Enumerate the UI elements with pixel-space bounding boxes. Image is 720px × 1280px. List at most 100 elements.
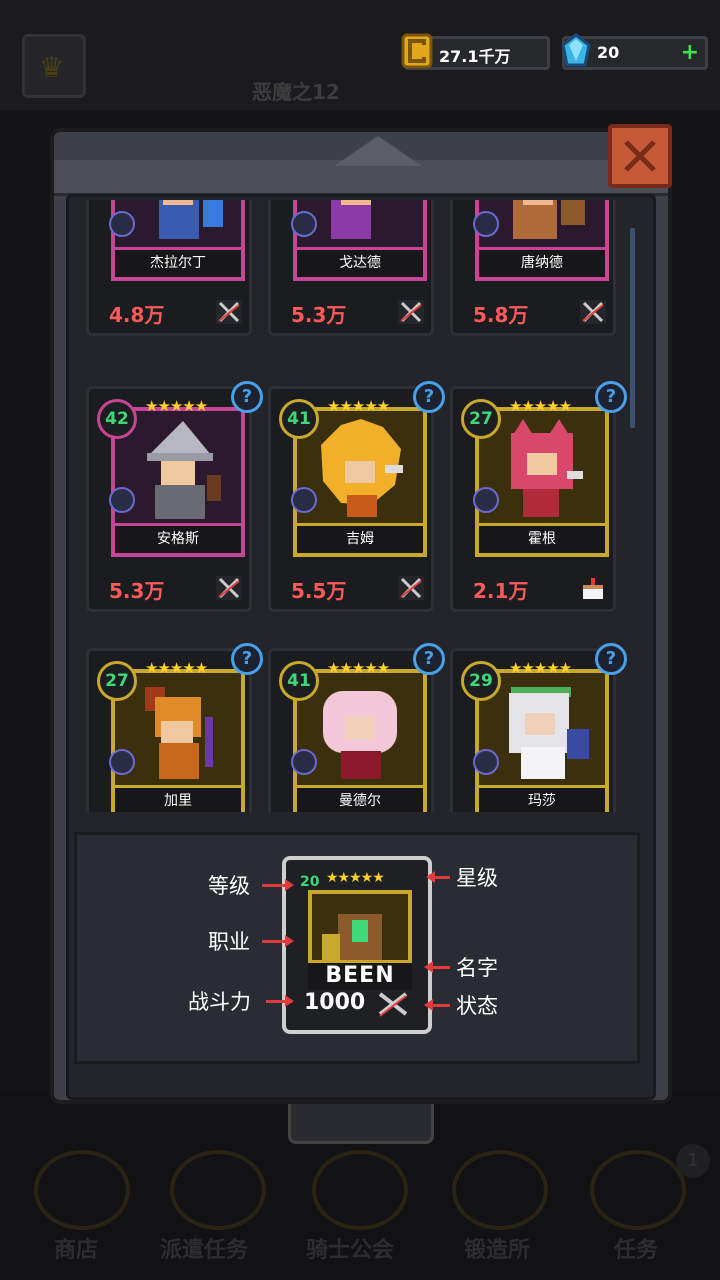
help-icon[interactable]: ? [231,643,263,675]
hero-card[interactable]: 安格斯 42 ★★★★★ ? 5.3万 [86,381,263,612]
hero-card[interactable]: 戈达德 5.3万 [268,200,434,336]
class-icon [291,211,317,237]
nav-guild-icon [312,1150,408,1230]
hero-portrait [301,677,419,781]
hero-name: 霍根 [479,523,605,553]
legend-power-arrow [266,995,294,1007]
hero-level: 29 [461,661,501,701]
hero-power: 5.8万 [473,303,529,327]
close-icon [624,140,656,172]
hero-level: 27 [97,661,137,701]
hero-name: 唐纳德 [479,247,605,277]
legend-level-arrow [262,879,294,891]
hero-card[interactable]: 霍根 27 ★★★★★ ? 2.1万 [450,381,627,612]
hero-name: 安格斯 [115,523,241,553]
legend-card-stars: ★★★★★ [326,870,385,886]
hero-name: 曼德尔 [297,785,423,812]
hero-power: 5.3万 [109,579,165,603]
hero-level: 41 [279,661,319,701]
crown-icon: ♛ [22,34,86,98]
hero-portrait [483,415,601,519]
crossed-swords-icon [398,576,424,600]
class-icon [291,749,317,775]
hero-portrait [301,200,419,243]
legend-sample-card: BEEN 20 ★★★★★ 1000 [282,856,432,1034]
nav-dispatch-icon [170,1150,266,1230]
hero-stars: ★★★★★ [327,397,390,415]
hero-stars: ★★★★★ [145,397,208,415]
panel-bottom-tab [288,1104,434,1144]
hero-portrait [119,415,237,519]
legend-power-label: 战斗力 [188,990,251,1014]
hero-power: 2.1万 [473,579,529,603]
hero-card[interactable]: 唐纳德 5.8万 [450,200,616,336]
hero-level: 41 [279,399,319,439]
legend-status-label: 状态 [456,994,498,1018]
hero-name: 加里 [115,785,241,812]
hero-portrait [483,677,601,781]
crossed-swords-icon [580,300,606,324]
hero-power: 5.3万 [291,303,347,327]
gem-icon [561,33,591,67]
legend-stars-label: 星级 [456,866,498,890]
help-icon[interactable]: ? [595,381,627,413]
class-icon [109,211,135,237]
legend-status-arrow [424,999,450,1011]
hero-card[interactable]: 玛莎 29 ★★★★★ ? [450,643,627,812]
gold-amount: 27.1千万 [439,47,511,66]
hero-name: 戈达德 [297,247,423,277]
add-gems-plus-icon[interactable]: + [681,41,699,65]
hero-portrait [301,415,419,519]
legend-class-label: 职业 [208,930,250,954]
help-icon[interactable]: ? [413,381,445,413]
crossed-swords-icon [216,300,242,324]
hero-card[interactable]: 曼德尔 41 ★★★★★ ? [268,643,445,812]
legend-class-arrow [262,935,294,947]
nav-guild: 骑士公会 [306,1238,395,1263]
hero-level: 42 [97,399,137,439]
legend-name-label: 名字 [456,956,498,980]
nav-dispatch: 派遣任务 [160,1238,249,1263]
hero-stars: ★★★★★ [509,397,572,415]
class-icon [473,211,499,237]
crossed-swords-icon [398,300,424,324]
crossed-swords-icon [216,576,242,600]
hero-grid[interactable]: 杰拉尔丁 4.8万 戈达德 5.3万 唐纳德 5.8万 安格斯 42 ★★★★★… [78,200,634,812]
class-icon [109,487,135,513]
close-button[interactable] [608,124,672,188]
hero-portrait [483,200,601,243]
hero-card[interactable]: 加里 27 ★★★★★ ? [86,643,263,812]
hero-card[interactable]: 杰拉尔丁 4.8万 [86,200,252,336]
stage-title: 恶魔之12 [252,80,340,104]
legend-card-name: BEEN [308,960,412,990]
legend-card-level: 20 [300,874,320,890]
hero-name: 杰拉尔丁 [115,247,241,277]
coin-icon [401,33,433,69]
hero-power: 4.8万 [109,303,165,327]
nav-forge: 锻造所 [464,1238,531,1263]
hero-name: 吉姆 [297,523,423,553]
class-icon [473,749,499,775]
gold-counter: 27.1千万 [401,33,550,70]
nav-quest: 任务 [614,1238,659,1263]
class-icon [473,487,499,513]
hero-portrait [119,200,237,243]
class-icon [291,487,317,513]
hero-card[interactable]: 吉姆 41 ★★★★★ ? 5.5万 [268,381,445,612]
hero-name: 玛莎 [479,785,605,812]
nav-forge-icon [452,1150,548,1230]
hero-stars: ★★★★★ [145,659,208,677]
gem-counter: 20 + [561,33,708,70]
nav-shop-icon [34,1150,130,1230]
help-icon[interactable]: ? [231,381,263,413]
help-icon[interactable]: ? [413,643,445,675]
legend-card-power: 1000 [304,990,366,1015]
help-icon[interactable]: ? [595,643,627,675]
nav-badge: 1 [676,1144,710,1178]
hero-level: 27 [461,399,501,439]
nav-shop: 商店 [54,1238,99,1263]
hero-power: 5.5万 [291,579,347,603]
legend-level-label: 等级 [208,874,250,898]
class-icon [109,749,135,775]
hero-stars: ★★★★★ [509,659,572,677]
